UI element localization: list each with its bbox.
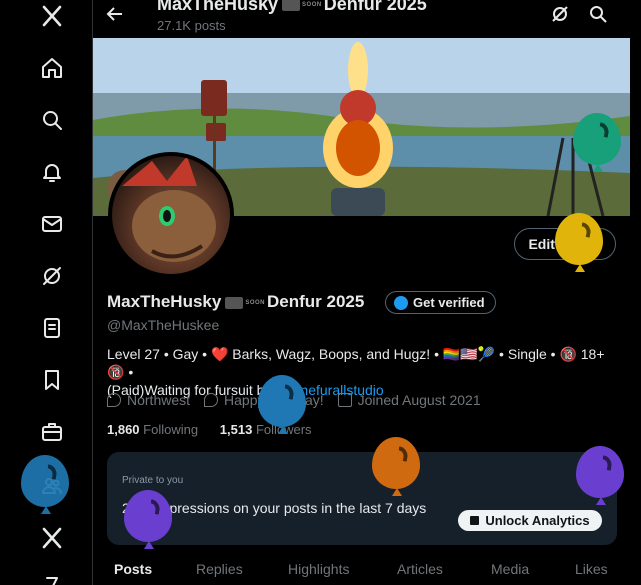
tab-media[interactable]: Media bbox=[491, 561, 529, 577]
balloon-orange bbox=[372, 437, 420, 496]
avatar[interactable] bbox=[108, 152, 234, 278]
header-title: MaxTheHusky SOON Denfur 2025 bbox=[157, 0, 427, 14]
calendar-icon bbox=[337, 393, 352, 407]
mail-icon[interactable] bbox=[38, 210, 66, 238]
balloon-blue bbox=[258, 375, 306, 434]
profile-main: MaxTheHusky SOON Denfur 2025 27.1K posts E… bbox=[93, 0, 630, 585]
bell-icon[interactable] bbox=[38, 158, 66, 186]
location: Northwest bbox=[107, 392, 190, 408]
balloon-yellow bbox=[555, 213, 603, 272]
home-icon[interactable] bbox=[38, 54, 66, 82]
arrow-right-icon bbox=[282, 0, 301, 12]
following-link[interactable]: 1,860 Following bbox=[107, 422, 198, 437]
balloon-purple bbox=[576, 446, 624, 505]
arrow-right-icon bbox=[225, 296, 244, 309]
tab-posts[interactable]: Posts bbox=[114, 561, 152, 577]
balloon-purple bbox=[124, 490, 172, 549]
back-arrow-icon[interactable] bbox=[105, 4, 127, 26]
verified-badge-icon bbox=[394, 295, 408, 310]
analytics-card: Private to you 2.4K impressions on your … bbox=[107, 452, 617, 545]
search-icon[interactable] bbox=[588, 4, 610, 26]
tab-highlights[interactable]: Highlights bbox=[288, 561, 349, 577]
join-date: Joined August 2021 bbox=[337, 392, 481, 408]
balloon-icon bbox=[204, 393, 219, 407]
header-post-count: 27.1K posts bbox=[157, 18, 226, 33]
list-icon[interactable] bbox=[38, 314, 66, 342]
followers-link[interactable]: 1,513 Followers bbox=[220, 422, 312, 437]
bio-line-1: Level 27 • Gay • ❤️ Barks, Wagz, Boops, … bbox=[107, 346, 605, 380]
grok-icon[interactable] bbox=[550, 4, 572, 26]
profile-header: MaxTheHusky SOON Denfur 2025 27.1K posts bbox=[93, 0, 630, 38]
briefcase-icon[interactable] bbox=[38, 418, 66, 446]
search-icon[interactable] bbox=[38, 106, 66, 134]
premium-x-icon[interactable] bbox=[38, 524, 66, 552]
scrollbar[interactable] bbox=[630, 0, 641, 585]
tab-articles[interactable]: Articles bbox=[397, 561, 443, 577]
profile-handle: @MaxTheHuskee bbox=[107, 317, 220, 333]
profile-display-name: MaxTheHusky SOON Denfur 2025 bbox=[107, 292, 365, 311]
x-logo-icon[interactable] bbox=[38, 2, 66, 30]
unlock-analytics-label: Unlock Analytics bbox=[485, 513, 590, 528]
profile-tabs: Posts Replies Highlights Articles Media … bbox=[93, 555, 630, 585]
get-verified-label: Get verified bbox=[413, 295, 485, 310]
location-pin-icon bbox=[107, 393, 121, 407]
grok-icon[interactable] bbox=[38, 262, 66, 290]
app-root: MaxTheHusky SOON Denfur 2025 27.1K posts E… bbox=[0, 0, 641, 585]
lock-icon bbox=[470, 516, 480, 525]
balloon-green bbox=[573, 113, 621, 172]
bookmark-icon[interactable] bbox=[38, 366, 66, 394]
tab-replies[interactable]: Replies bbox=[196, 561, 243, 577]
balloon-blue bbox=[21, 455, 69, 514]
unlock-analytics-button[interactable]: Unlock Analytics bbox=[458, 510, 602, 531]
profile-bio: Level 27 • Gay • ❤️ Barks, Wagz, Boops, … bbox=[107, 345, 617, 399]
get-verified-button[interactable]: Get verified bbox=[385, 291, 496, 314]
tab-likes[interactable]: Likes bbox=[575, 561, 608, 577]
analytics-private-label: Private to you bbox=[122, 475, 184, 486]
avatar-image bbox=[122, 156, 216, 262]
more-icon[interactable] bbox=[38, 572, 66, 585]
